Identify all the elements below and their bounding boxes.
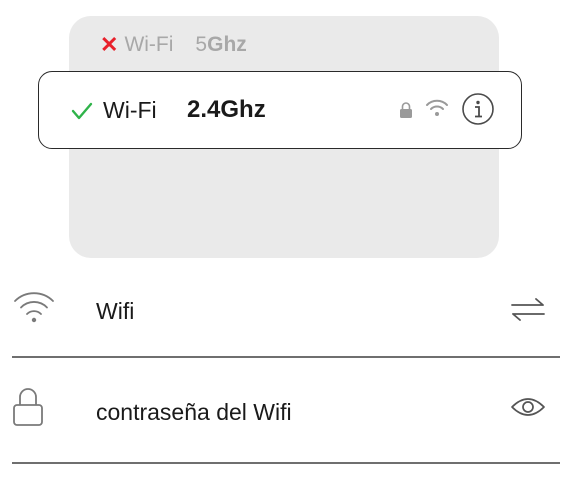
network-option-label: Wi-Fi: [103, 97, 157, 123]
band-suffix: Ghz: [207, 33, 247, 56]
band-prefix: 5: [195, 33, 208, 56]
network-option-band: 5Ghz: [195, 33, 246, 57]
wifi-network-field[interactable]: Wifi: [0, 271, 585, 351]
wifi-network-label: Wifi: [96, 298, 135, 324]
wifi-setup-screen: ✕ Wi-Fi 5Ghz Wi-Fi 2.4Ghz Wifi contraseñ…: [0, 0, 585, 495]
network-option-label: Wi-Fi: [124, 33, 174, 56]
x-mark-icon: ✕: [100, 32, 119, 57]
network-option-2-4ghz[interactable]: Wi-Fi 2.4Ghz: [38, 71, 522, 149]
lock-icon: [400, 102, 412, 118]
wifi-icon: [426, 99, 448, 116]
wifi-password-field[interactable]: contraseña del Wifi: [0, 372, 585, 452]
swap-arrows-icon[interactable]: [510, 297, 546, 321]
check-icon: [71, 102, 93, 120]
divider: [12, 356, 560, 358]
info-icon[interactable]: [461, 92, 495, 126]
wifi-icon: [14, 292, 54, 323]
network-option-5ghz[interactable]: ✕ Wi-Fi 5Ghz: [100, 30, 247, 60]
network-option-band: 2.4Ghz: [187, 96, 266, 123]
eye-icon[interactable]: [510, 396, 546, 418]
divider: [12, 462, 560, 464]
lock-icon: [13, 388, 43, 426]
wifi-password-label: contraseña del Wifi: [96, 399, 292, 425]
